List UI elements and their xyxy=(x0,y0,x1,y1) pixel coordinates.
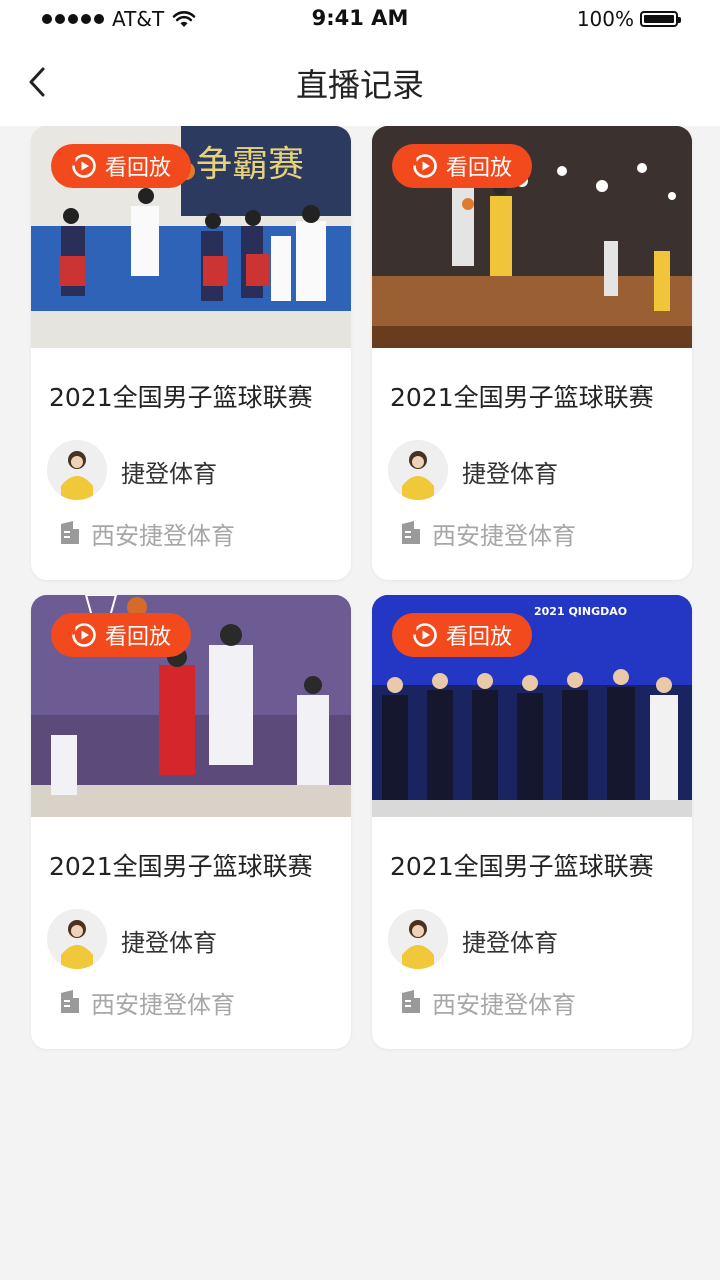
replay-badge-label: 看回放 xyxy=(104,156,171,181)
status-right: 100% xyxy=(576,6,681,32)
building-icon xyxy=(61,521,79,544)
replay-card[interactable]: 2021 QINGDAO 看回放 2021全国男子篮球联赛 捷登体育 西安捷登体… xyxy=(372,595,692,1049)
event-title: 2021全国男子篮球联赛 xyxy=(49,383,313,412)
avatar xyxy=(388,909,448,969)
replay-icon xyxy=(413,154,437,178)
replay-badge-label: 看回放 xyxy=(445,156,512,181)
building-icon xyxy=(402,521,420,544)
organizer-name: 捷登体育 xyxy=(462,460,558,488)
replay-badge-label: 看回放 xyxy=(104,625,171,650)
status-bar: AT&T 9:41 AM 100% xyxy=(0,0,720,40)
svg-text:2021 QINGDAO: 2021 QINGDAO xyxy=(534,605,627,618)
building-icon xyxy=(61,990,79,1013)
venue-name: 西安捷登体育 xyxy=(91,991,235,1019)
svg-text:争霸赛: 争霸赛 xyxy=(196,144,304,185)
page-title: 直播记录 xyxy=(295,66,424,104)
event-title: 2021全国男子篮球联赛 xyxy=(49,852,313,881)
organizer-name: 捷登体育 xyxy=(121,460,217,488)
replay-icon xyxy=(72,154,96,178)
venue-name: 西安捷登体育 xyxy=(91,522,235,550)
avatar xyxy=(388,440,448,500)
replay-card[interactable]: 看回放 2021全国男子篮球联赛 捷登体育 西安捷登体育 xyxy=(372,126,692,580)
replay-icon xyxy=(72,623,96,647)
replay-card[interactable]: 争霸赛 看回放 2021全国男子篮球联赛 捷登体育 西安捷登体育 xyxy=(31,126,351,580)
nav-bar: 直播记录 xyxy=(0,40,720,126)
avatar xyxy=(47,440,107,500)
event-title: 2021全国男子篮球联赛 xyxy=(390,383,654,412)
event-title: 2021全国男子篮球联赛 xyxy=(390,852,654,881)
organizer-name: 捷登体育 xyxy=(462,929,558,957)
replay-badge-label: 看回放 xyxy=(445,625,512,650)
replay-badge[interactable]: 看回放 xyxy=(392,144,532,188)
avatar xyxy=(47,909,107,969)
replay-card[interactable]: 看回放 2021全国男子篮球联赛 捷登体育 西安捷登体育 xyxy=(31,595,351,1049)
organizer-name: 捷登体育 xyxy=(121,929,217,957)
replay-icon xyxy=(413,623,437,647)
top-bar: AT&T 9:41 AM 100% 直播记录 xyxy=(0,0,720,126)
venue-name: 西安捷登体育 xyxy=(432,991,576,1019)
replay-badge[interactable]: 看回放 xyxy=(51,613,191,657)
replay-badge[interactable]: 看回放 xyxy=(392,613,532,657)
venue-name: 西安捷登体育 xyxy=(432,522,576,550)
building-icon xyxy=(402,990,420,1013)
replay-badge[interactable]: 看回放 xyxy=(51,144,191,188)
battery-icon xyxy=(640,11,681,27)
battery-label: 100% xyxy=(576,7,634,31)
